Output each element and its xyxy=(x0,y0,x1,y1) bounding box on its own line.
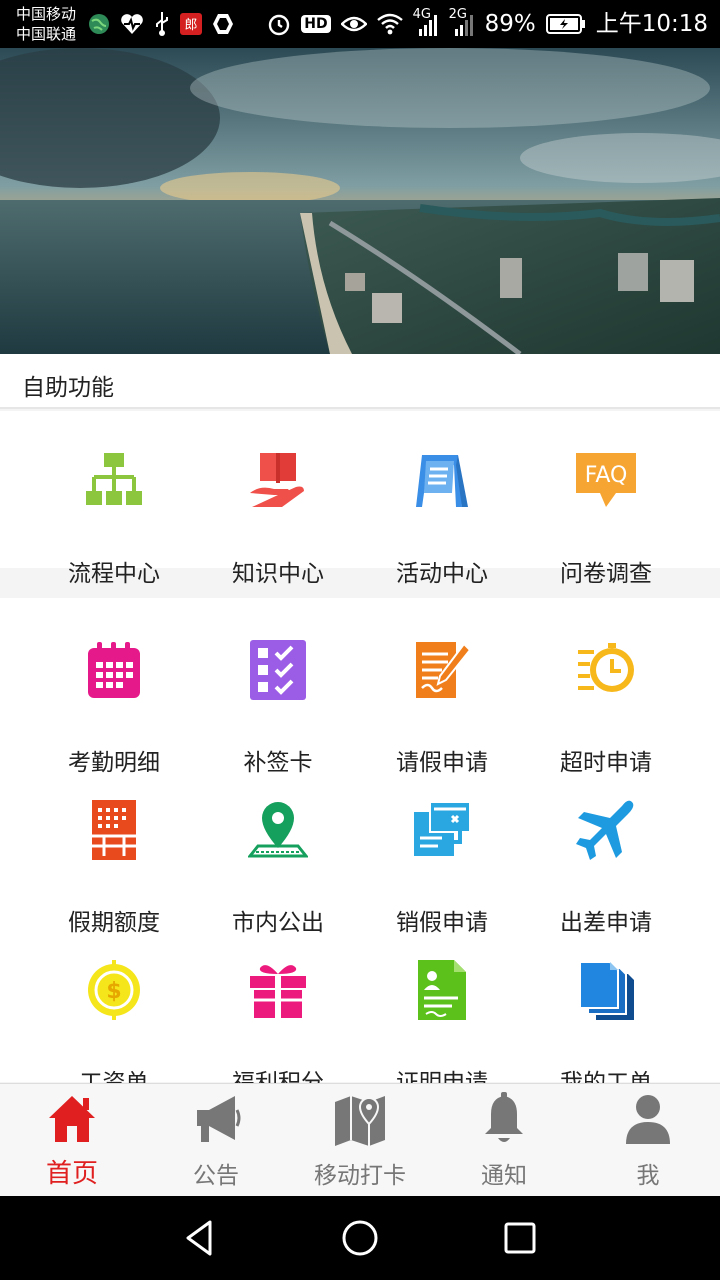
function-label: 超时申请 xyxy=(560,750,652,776)
app-screen: 中国移动 中国联通 郎 HD 4G 2G 89% 上午10:18 自助功能 流程… xyxy=(0,0,720,1280)
function-label: 假期额度 xyxy=(68,910,160,936)
function-overtime-request[interactable]: 超时申请 xyxy=(524,640,688,790)
function-vacation-quota[interactable]: 假期额度 xyxy=(32,800,196,950)
calendar-icon xyxy=(88,642,140,698)
carrier-info: 中国移动 中国联通 xyxy=(16,4,76,44)
documents-icon xyxy=(579,961,634,1020)
person-icon xyxy=(626,1095,670,1144)
function-resign-card[interactable]: 补签卡 xyxy=(196,640,360,790)
map-checkin-icon xyxy=(335,1096,385,1146)
function-activity-center[interactable]: 活动中心 xyxy=(360,451,524,601)
nav-label: 首页 xyxy=(45,1159,98,1189)
top-function-grid: 流程中心 知识中心 活动中心 FAQ 问卷调查 xyxy=(0,411,720,587)
banner-image[interactable] xyxy=(0,48,720,354)
battery-percent: 89% xyxy=(484,11,536,37)
flowchart-icon xyxy=(86,453,142,505)
easel-board-icon xyxy=(416,455,468,507)
function-label: 问卷调查 xyxy=(560,561,652,587)
nav-notification[interactable]: 通知 xyxy=(432,1084,576,1197)
nav-label: 移动打卡 xyxy=(314,1163,406,1189)
function-label: 出差申请 xyxy=(560,910,652,936)
cancel-leave-icon xyxy=(414,801,471,856)
alarm-icon xyxy=(269,14,290,36)
nav-label: 通知 xyxy=(481,1163,527,1189)
function-leave-request[interactable]: 请假申请 xyxy=(360,640,524,790)
function-knowledge-center[interactable]: 知识中心 xyxy=(196,451,360,601)
mail-app-icon: 郎 xyxy=(180,13,202,35)
signal-2g-icon: 2G xyxy=(449,7,475,37)
section-title: 自助功能 xyxy=(22,375,114,401)
home-circle-icon[interactable] xyxy=(338,1216,382,1260)
bell-icon xyxy=(485,1092,523,1142)
function-cancel-leave[interactable]: 销假申请 xyxy=(360,800,524,950)
function-label: 活动中心 xyxy=(396,561,488,587)
svg-text:$: $ xyxy=(106,979,121,1004)
clock: 上午10:18 xyxy=(595,11,708,37)
hd-icon: HD xyxy=(301,15,331,33)
status-bar: 中国移动 中国联通 郎 HD 4G 2G 89% 上午10:18 xyxy=(0,0,720,48)
nav-mobile-checkin[interactable]: 移动打卡 xyxy=(288,1084,432,1197)
svg-text:FAQ: FAQ xyxy=(585,463,628,488)
megaphone-icon xyxy=(197,1096,241,1142)
certificate-icon xyxy=(418,960,466,1020)
carrier-2: 中国联通 xyxy=(16,25,77,43)
function-business-trip[interactable]: 出差申请 xyxy=(524,800,688,950)
function-label: 销假申请 xyxy=(396,910,488,936)
function-label: 知识中心 xyxy=(232,561,324,587)
function-label: 考勤明细 xyxy=(68,750,160,776)
signal-4g-icon: 4G xyxy=(413,7,439,37)
function-label: 流程中心 xyxy=(68,561,160,587)
map-pin-icon xyxy=(248,802,308,858)
svg-text:郎: 郎 xyxy=(184,18,197,33)
function-label: 市内公出 xyxy=(232,910,324,936)
back-icon[interactable] xyxy=(178,1216,222,1260)
system-nav-bar xyxy=(0,1196,720,1280)
form-edit-icon xyxy=(416,642,472,698)
gift-icon xyxy=(250,965,306,1018)
shield-app-icon xyxy=(213,14,233,34)
nav-me[interactable]: 我 xyxy=(576,1084,720,1197)
function-label: 请假申请 xyxy=(396,750,488,776)
faq-icon: FAQ xyxy=(576,453,636,507)
nav-label: 我 xyxy=(636,1163,660,1189)
health-icon xyxy=(121,14,143,35)
recents-icon[interactable] xyxy=(498,1216,542,1260)
book-hand-icon xyxy=(250,453,304,507)
nav-label: 公告 xyxy=(193,1163,239,1189)
function-flow-center[interactable]: 流程中心 xyxy=(32,451,196,601)
section-header: 自助功能 xyxy=(0,354,720,409)
function-attendance-detail[interactable]: 考勤明细 xyxy=(32,640,196,790)
globe-icon xyxy=(89,14,109,34)
home-icon xyxy=(49,1096,95,1142)
nav-home[interactable]: 首页 xyxy=(0,1084,144,1197)
nav-announcement[interactable]: 公告 xyxy=(144,1084,288,1197)
bottom-nav: 首页 公告 移动打卡 通知 我 xyxy=(0,1083,720,1196)
vacation-quota-icon xyxy=(92,800,136,860)
carrier-1: 中国移动 xyxy=(16,5,77,23)
main-function-grid: 考勤明细 补签卡 请假申请 超时申请 假期额度 市内公出 销假申请 出差申请 $ xyxy=(0,598,720,1096)
coin-icon: $ xyxy=(88,960,140,1020)
function-city-trip[interactable]: 市内公出 xyxy=(196,800,360,950)
function-label: 补签卡 xyxy=(243,750,313,776)
battery-icon xyxy=(545,14,585,34)
clock-overtime-icon xyxy=(578,643,634,692)
airplane-icon xyxy=(576,800,634,860)
eye-icon xyxy=(340,16,367,32)
wifi-icon xyxy=(376,13,403,35)
checklist-icon xyxy=(250,640,306,700)
function-survey[interactable]: FAQ 问卷调查 xyxy=(524,451,688,601)
usb-icon xyxy=(156,12,168,36)
